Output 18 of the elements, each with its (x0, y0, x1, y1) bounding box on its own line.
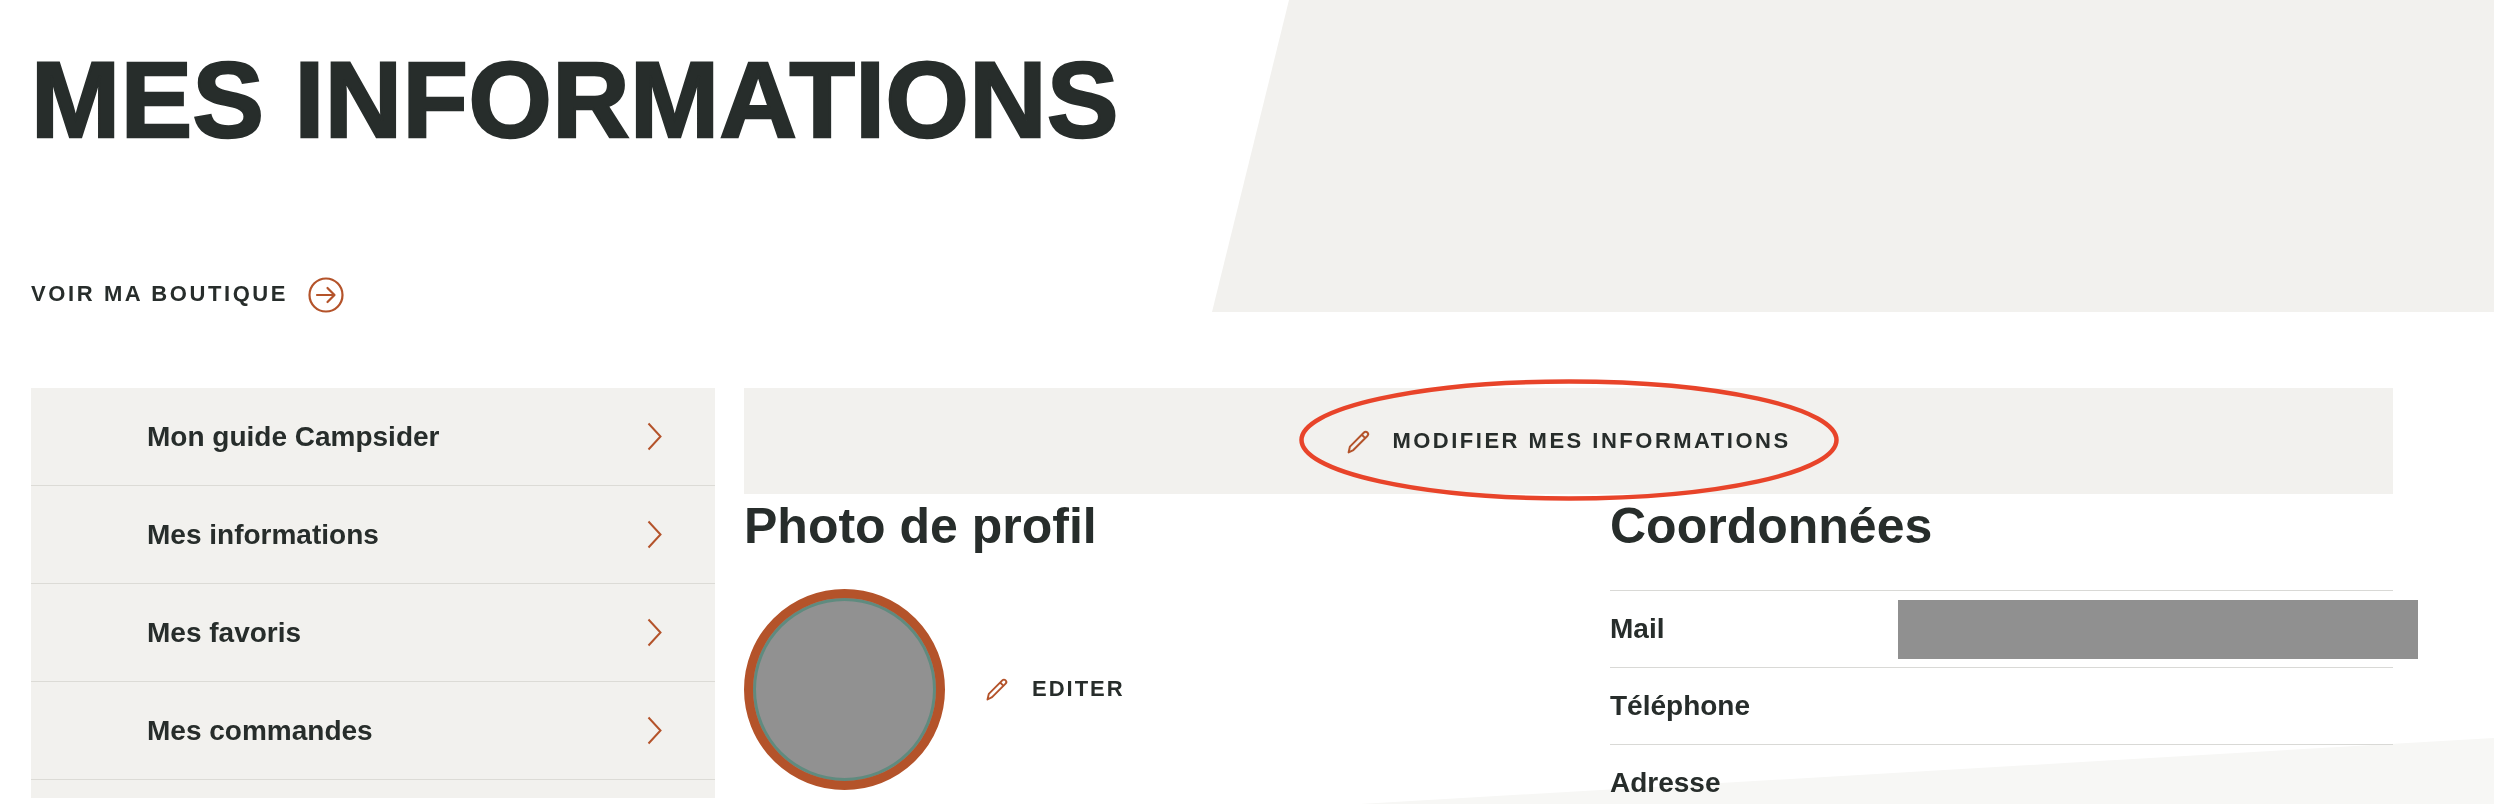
section-heading: Coordonnées (1610, 497, 1933, 556)
field-label: Mail (1610, 615, 1666, 643)
shop-link[interactable]: VOIR MA BOUTIQUE (31, 277, 345, 312)
chevron-right-icon (647, 422, 662, 451)
sidebar-item[interactable]: Mon guide Campsider (31, 388, 715, 486)
sidebar-item[interactable]: Mes favoris (31, 584, 715, 682)
field-label: Téléphone (1610, 692, 1751, 720)
chevron-right-icon (647, 520, 662, 549)
chevron-right-icon (647, 716, 662, 745)
chevron-right-icon (647, 618, 662, 647)
arrow-circle-icon (308, 276, 345, 313)
section-heading: Photo de profil (744, 497, 1097, 556)
edit-info-button[interactable]: MODIFIER MES INFORMATIONS (744, 388, 2393, 494)
page-title: MES INFORMATIONS (31, 47, 1119, 154)
edit-photo-button[interactable]: EDITER (985, 676, 1125, 703)
sidebar-item[interactable]: Mes informations (31, 486, 715, 584)
field-label: Adresse (1610, 769, 1722, 797)
sidebar-item[interactable]: Mes commandes (31, 682, 715, 780)
